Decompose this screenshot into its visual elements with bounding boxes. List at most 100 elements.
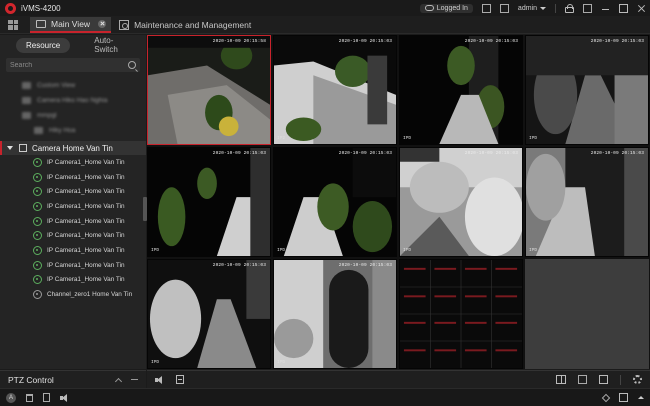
view-icon: [22, 97, 31, 104]
camera-online-icon: [33, 216, 42, 226]
layout-icon[interactable]: [556, 375, 566, 384]
window-icon[interactable]: [619, 393, 628, 402]
title-bar: iVMS-4200 Logged In admin: [0, 0, 650, 16]
camera-feed: [148, 148, 270, 256]
gear-icon[interactable]: [633, 375, 642, 384]
resource-tabs: Resource Auto-Switch: [0, 35, 146, 55]
camera-item[interactable]: IP Camera1_Home Van Tin: [0, 243, 146, 258]
camera-label: IP Camera1_Home Van Tin: [47, 246, 125, 254]
video-tile[interactable]: 2020-10-09 20:15:58: [147, 35, 271, 145]
camera-item[interactable]: IP Camera1_Home Van Tin: [0, 155, 146, 170]
tree-item[interactable]: mmpgl: [0, 108, 146, 123]
camera-feed: [400, 36, 522, 144]
video-tile[interactable]: 2020-10-09 20:15:03 IPD: [147, 147, 271, 257]
tab-main-view[interactable]: Main View: [30, 16, 112, 33]
timestamp-overlay: 2020-10-09 20:15:03: [464, 39, 518, 44]
channel-overlay: IPD: [529, 248, 538, 253]
log-icon[interactable]: [43, 393, 50, 402]
video-tile[interactable]: 2020-10-09 20:15:03 IPD: [399, 35, 523, 145]
tab-auto-switch[interactable]: Auto-Switch: [84, 33, 146, 57]
channel-overlay: IPD: [151, 360, 160, 365]
menu-icon[interactable]: [583, 3, 592, 13]
chevron-down-icon[interactable]: [7, 146, 13, 150]
channel-icon: [33, 290, 42, 300]
minimize-icon[interactable]: [601, 4, 610, 13]
monitor-icon: [36, 19, 46, 28]
fullscreen-icon[interactable]: [599, 375, 608, 384]
message-icon[interactable]: [481, 3, 491, 13]
close-icon[interactable]: [637, 4, 646, 13]
tab-resource[interactable]: Resource: [16, 37, 71, 53]
camera-label: IP Camera1_Home Van Tin: [47, 217, 125, 225]
camera-online-icon: [33, 201, 42, 211]
tree-item-label: Custom View: [37, 82, 76, 89]
close-all-icon[interactable]: [578, 375, 587, 384]
grid-icon[interactable]: [8, 19, 18, 30]
empty-video-slot[interactable]: [525, 259, 649, 369]
picture-icon[interactable]: [499, 3, 509, 13]
video-grid: 2020-10-09 20:15:58 2020-10-09 20:15:03 …: [147, 35, 650, 369]
camera-label: IP Camera1_Home Van Tin: [47, 232, 125, 240]
status-bar-left: A: [6, 392, 69, 403]
video-tile[interactable]: 2020-10-09 20:15:03 IPD: [273, 259, 397, 369]
settings-icon: [119, 19, 130, 30]
tab-maintenance-label: Maintenance and Management: [134, 19, 252, 30]
minimize-icon[interactable]: [131, 379, 138, 380]
channel-overlay: IP2: [277, 136, 286, 141]
tree-item[interactable]: Hiky Hoa: [0, 123, 146, 138]
view-icon: [34, 127, 43, 134]
camera-online-icon: [33, 245, 42, 255]
camera-item[interactable]: IP Camera1_Home Van Tin: [0, 228, 146, 243]
speaker-icon[interactable]: [155, 375, 164, 384]
video-tile[interactable]: 2020-10-09 20:15:03 IPD: [273, 147, 397, 257]
tree-item[interactable]: Custom View: [0, 78, 146, 93]
video-tile[interactable]: [399, 259, 523, 369]
lock-icon[interactable]: [565, 3, 574, 13]
search-input[interactable]: [10, 61, 110, 69]
camera-online-icon: [33, 275, 42, 285]
maximize-icon[interactable]: [619, 3, 628, 13]
camera-item[interactable]: IP Camera1_Home Van Tin: [0, 170, 146, 185]
ptz-control-bar[interactable]: PTZ Control: [0, 370, 146, 388]
tab-maintenance[interactable]: Maintenance and Management: [113, 17, 257, 33]
camera-online-icon: [33, 172, 42, 182]
chevron-up-icon[interactable]: [638, 396, 644, 399]
record-icon[interactable]: [176, 375, 184, 384]
channel-overlay: IPD: [403, 136, 412, 141]
channel-zero-item[interactable]: Channel_zero1 Home Van Tin: [0, 287, 146, 302]
tree-group-camera-home[interactable]: Camera Home Van Tin: [0, 141, 146, 155]
video-tile[interactable]: 2020-10-09 20:15:03 IPD: [525, 35, 649, 145]
search-box: [6, 58, 140, 72]
camera-feed: [274, 260, 396, 368]
resource-panel: Resource Auto-Switch Custom View Camera …: [0, 35, 146, 369]
camera-label: IP Camera1_Home Van Tin: [47, 276, 125, 284]
chevron-up-icon[interactable]: [114, 377, 123, 385]
view-icon: [22, 82, 31, 89]
tab-main-view-label: Main View: [51, 18, 91, 29]
app-title: iVMS-4200: [21, 3, 61, 13]
status-bar-right: [601, 393, 644, 402]
camera-item[interactable]: IP Camera1_Home Van Tin: [0, 199, 146, 214]
channel-label: Channel_zero1 Home Van Tin: [47, 291, 133, 299]
view-icon: [22, 112, 31, 119]
audio-icon[interactable]: [60, 393, 69, 402]
alarm-icon[interactable]: A: [6, 392, 16, 403]
video-tile[interactable]: 2020-10-09 20:15:03 IPD: [399, 147, 523, 257]
camera-item[interactable]: IP Camera1_Home Van Tin: [0, 184, 146, 199]
divider: [555, 3, 556, 13]
timestamp-overlay: 2020-10-09 20:15:03: [590, 151, 644, 156]
trash-icon[interactable]: [26, 393, 33, 402]
search-icon[interactable]: [128, 61, 136, 69]
tree-item[interactable]: Camera Hiko Hao Nghia: [0, 93, 146, 108]
camera-item[interactable]: IP Camera1_Home Van Tin: [0, 258, 146, 273]
video-tile[interactable]: 2020-10-09 20:15:03 IPD: [147, 259, 271, 369]
login-status[interactable]: Logged In: [419, 3, 473, 13]
user-menu[interactable]: admin: [518, 5, 546, 12]
pin-icon[interactable]: [601, 393, 611, 402]
video-tile[interactable]: 2020-10-09 20:15:03 IP2: [273, 35, 397, 145]
tree-item-label: mmpgl: [37, 112, 57, 119]
camera-item[interactable]: IP Camera1_Home Van Tin: [0, 214, 146, 229]
tab-close-icon[interactable]: [98, 19, 107, 28]
video-tile[interactable]: 2020-10-09 20:15:03 IPD: [525, 147, 649, 257]
camera-item[interactable]: IP Camera1_Home Van Tin: [0, 273, 146, 288]
